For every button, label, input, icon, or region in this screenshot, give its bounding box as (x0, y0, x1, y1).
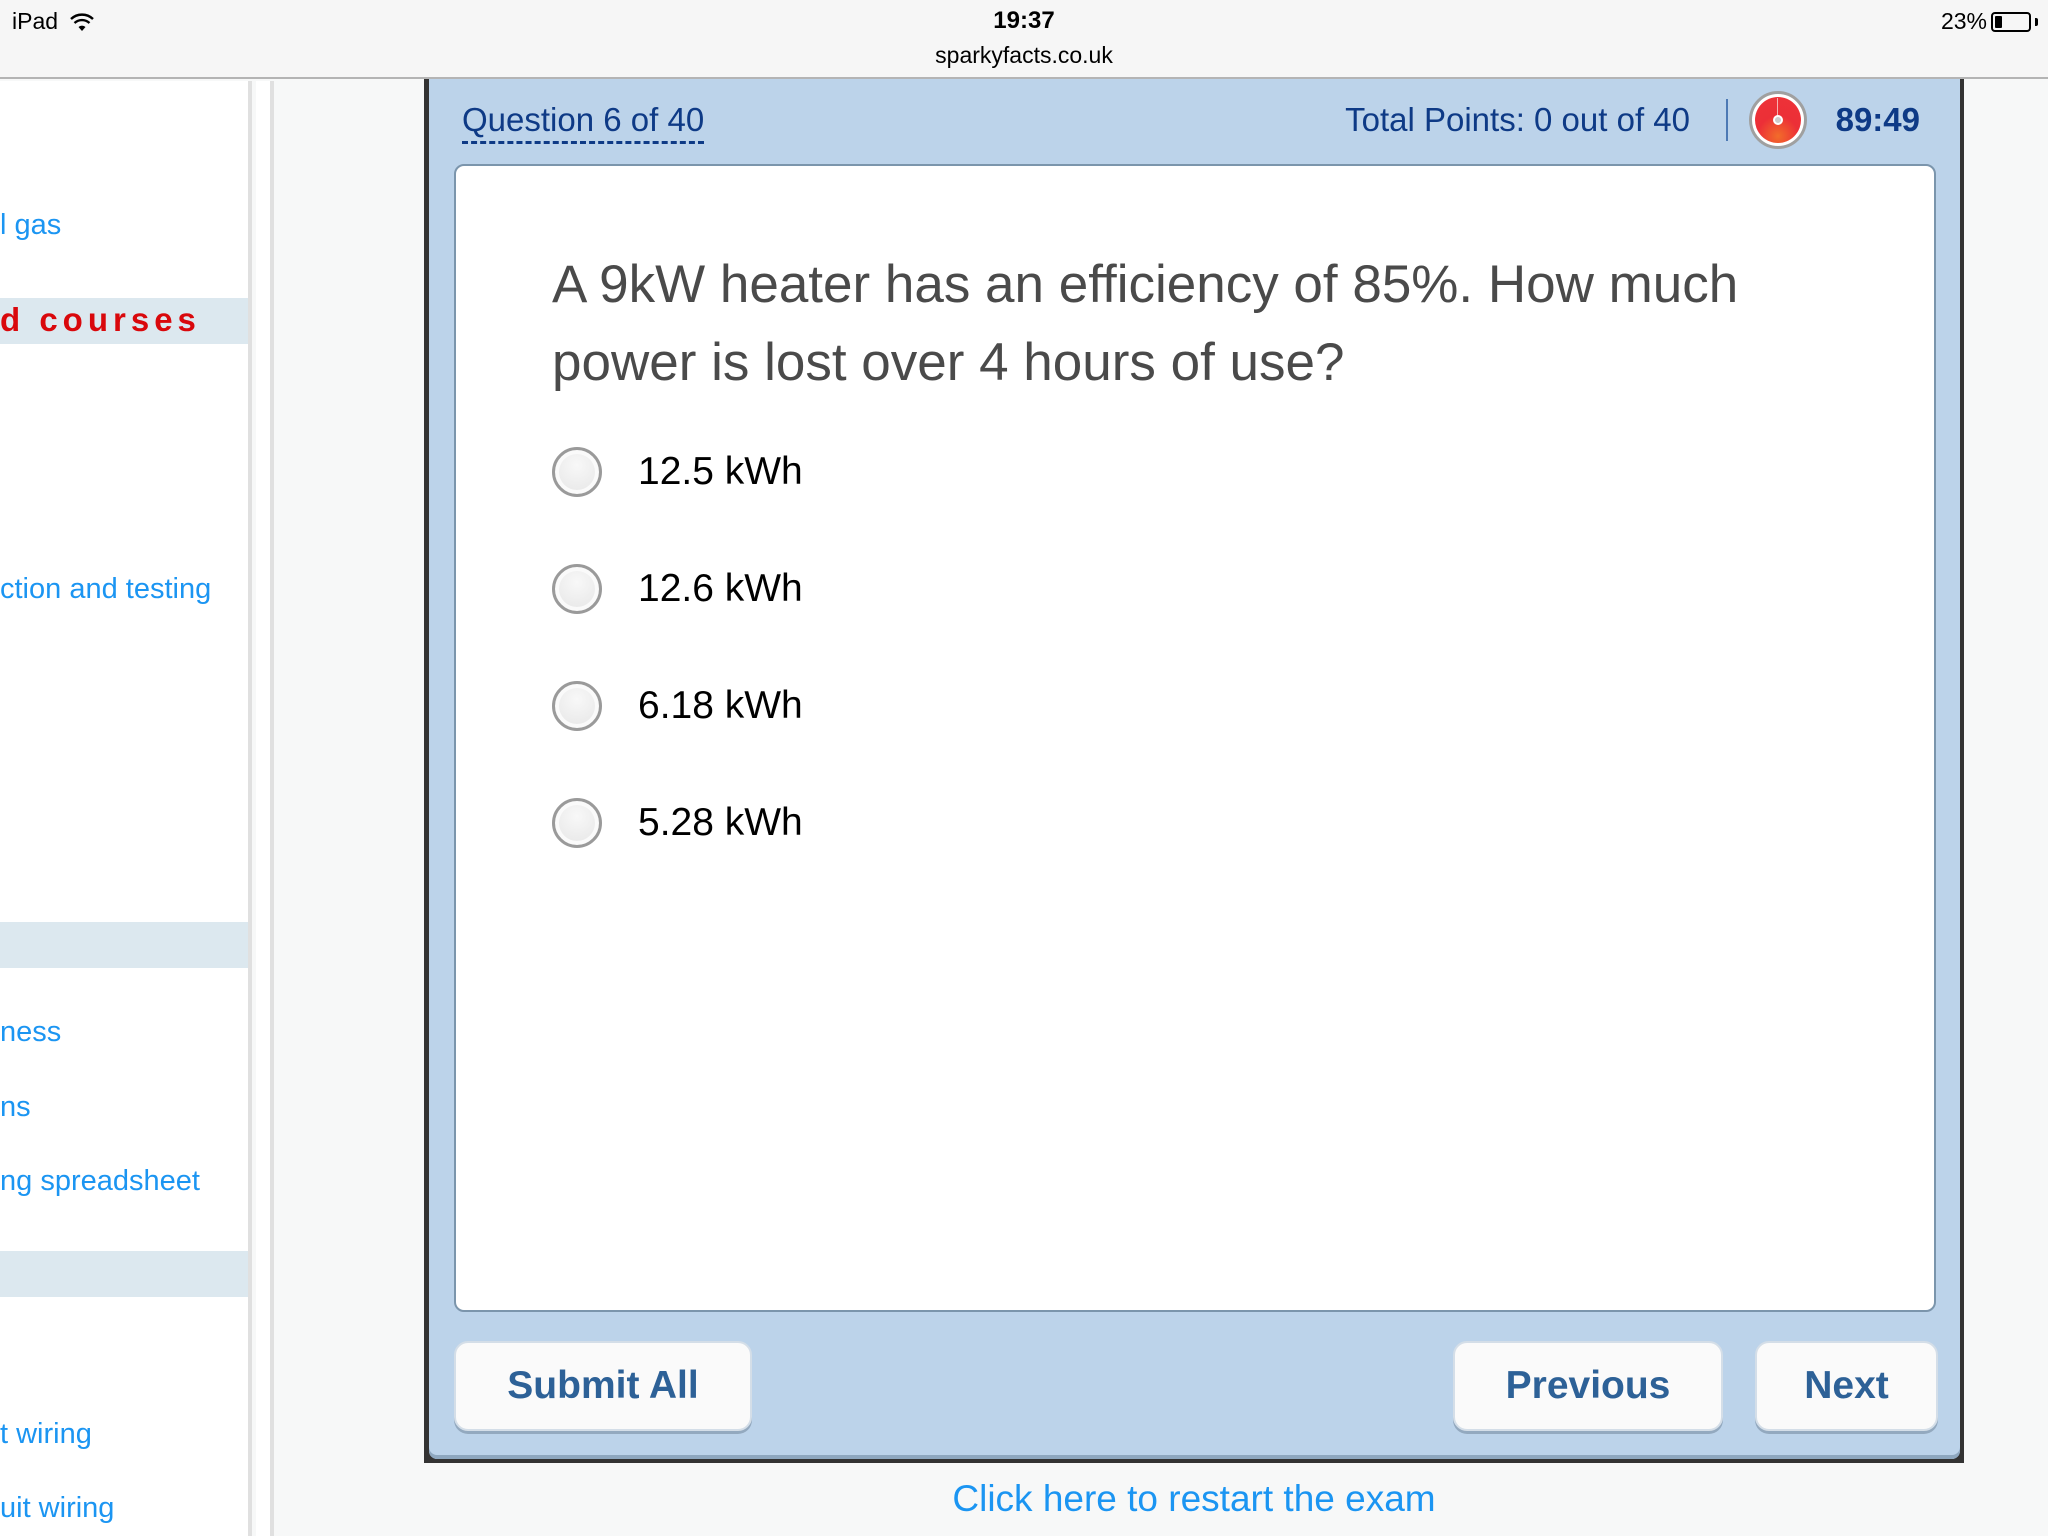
battery-percent: 23% (1940, 8, 1987, 34)
radio-button[interactable] (552, 798, 602, 848)
timer-disc (1755, 97, 1801, 143)
radio-button[interactable] (552, 447, 602, 497)
sidebar-gutter (256, 81, 274, 1536)
answer-option[interactable]: 6.18 kWh (552, 681, 803, 731)
header-divider (1726, 99, 1728, 141)
address-bar-url[interactable]: sparkyfacts.co.uk (0, 42, 2048, 69)
submit-all-button[interactable]: Submit All (454, 1341, 752, 1431)
radio-button[interactable] (552, 681, 602, 731)
sidebar-section-band (0, 922, 248, 968)
sidebar-link[interactable]: uit wiring (0, 1492, 114, 1525)
clock: 19:37 (993, 7, 1055, 34)
sidebar-section-band (0, 1251, 248, 1297)
answer-option[interactable]: 12.5 kWh (552, 447, 803, 497)
exam-panel: Question 6 of 40 Total Points: 0 out of … (429, 79, 1960, 1459)
sidebar-link[interactable]: t wiring (0, 1418, 92, 1451)
question-text: A 9kW heater has an efficiency of 85%. H… (552, 255, 1739, 392)
answer-option[interactable]: 5.28 kWh (552, 798, 803, 848)
sidebar: l gas d courses n ction and testing ness… (0, 81, 252, 1536)
timer-icon (1749, 91, 1807, 149)
sidebar-section-courses: d courses (0, 301, 201, 338)
battery-indicator: 23% (1941, 8, 2038, 35)
timer-value: 89:49 (1835, 101, 1920, 138)
battery-level (1995, 15, 2003, 28)
radio-button[interactable] (552, 564, 602, 614)
question-counter[interactable]: Question 6 of 40 (462, 101, 705, 144)
answer-option[interactable]: 12.6 kWh (552, 564, 803, 614)
battery-tip (2035, 17, 2038, 26)
sidebar-link[interactable]: ness (0, 1016, 61, 1049)
answer-label[interactable]: 5.28 kWh (638, 801, 803, 845)
answer-label[interactable]: 12.5 kWh (638, 450, 803, 494)
question-card: A 9kW heater has an efficiency of 85%. H… (454, 164, 1936, 1312)
sidebar-link[interactable]: ng spreadsheet (0, 1165, 200, 1198)
battery-icon (1991, 11, 2031, 32)
restart-exam-link[interactable]: Click here to restart the exam (424, 1478, 1964, 1520)
exam-frame: Question 6 of 40 Total Points: 0 out of … (424, 79, 1964, 1463)
answer-label[interactable]: 12.6 kWh (638, 567, 803, 611)
total-points: Total Points: 0 out of 40 (1345, 101, 1690, 138)
sidebar-link[interactable]: ns (0, 1091, 31, 1124)
sidebar-link[interactable]: l gas (0, 209, 61, 242)
next-button[interactable]: Next (1755, 1341, 1938, 1431)
answer-label[interactable]: 6.18 kWh (638, 684, 803, 728)
browser-status-bar: iPad 19:37 sparkyfacts.co.uk 23% (0, 0, 2048, 79)
previous-button[interactable]: Previous (1453, 1341, 1723, 1431)
sidebar-link[interactable]: ction and testing (0, 573, 211, 606)
